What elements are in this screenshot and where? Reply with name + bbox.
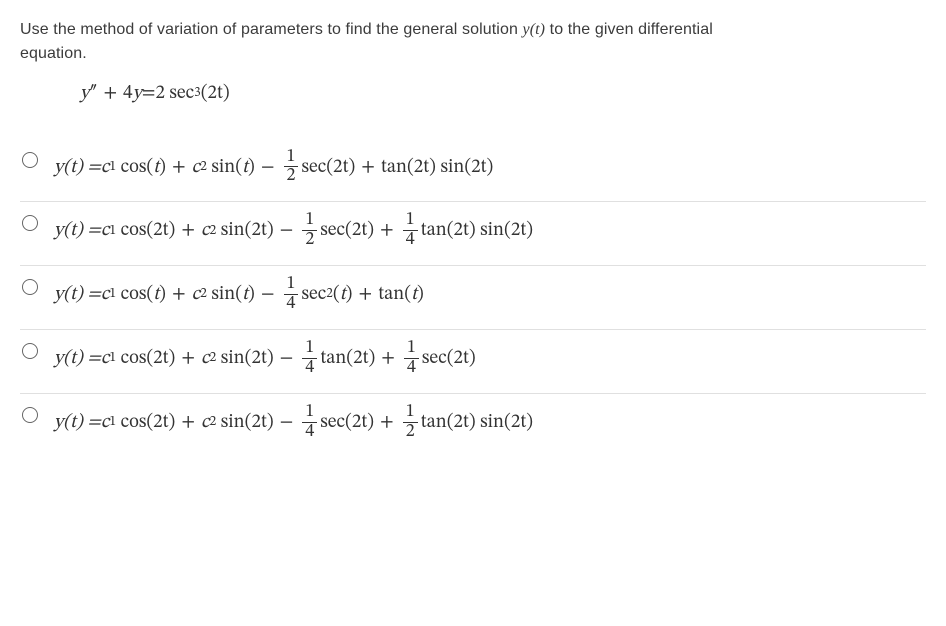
radio-icon[interactable] bbox=[22, 279, 38, 295]
radio-icon[interactable] bbox=[22, 152, 38, 168]
given-equation: y″ + 4y = 2 sec3(2t) bbox=[80, 80, 926, 109]
option-e[interactable]: y(t) = c1 cos(2t) + c2 sin(2t) − 14 sec(… bbox=[20, 394, 926, 457]
option-a[interactable]: y(t) = c1 cos(t) + c2 sin(t) − 12 sec(2t… bbox=[20, 139, 926, 203]
prompt-text-1b: to the given differential bbox=[545, 21, 713, 38]
option-b-math: y(t) = c1 cos(2t) + c2 sin(2t) − 12 sec(… bbox=[54, 212, 533, 251]
option-d-math: y(t) = c1 cos(2t) + c2 sin(2t) − 14 tan(… bbox=[54, 340, 476, 379]
option-d[interactable]: y(t) = c1 cos(2t) + c2 sin(2t) − 14 tan(… bbox=[20, 330, 926, 394]
option-c[interactable]: y(t) = c1 cos(t) + c2 sin(t) − 14 sec2(t… bbox=[20, 266, 926, 330]
radio-icon[interactable] bbox=[22, 343, 38, 359]
option-b[interactable]: y(t) = c1 cos(2t) + c2 sin(2t) − 12 sec(… bbox=[20, 202, 926, 266]
prompt-text-1: Use the method of variation of parameter… bbox=[20, 21, 523, 38]
answer-options: y(t) = c1 cos(t) + c2 sin(t) − 12 sec(2t… bbox=[20, 139, 926, 457]
option-e-math: y(t) = c1 cos(2t) + c2 sin(2t) − 14 sec(… bbox=[54, 404, 533, 443]
option-c-math: y(t) = c1 cos(t) + c2 sin(t) − 14 sec2(t… bbox=[54, 276, 424, 315]
radio-icon[interactable] bbox=[22, 215, 38, 231]
prompt-yoft: y(t) bbox=[523, 21, 546, 38]
option-a-math: y(t) = c1 cos(t) + c2 sin(t) − 12 sec(2t… bbox=[54, 149, 493, 188]
question-prompt: Use the method of variation of parameter… bbox=[20, 18, 926, 66]
radio-icon[interactable] bbox=[22, 407, 38, 423]
prompt-text-2: equation. bbox=[20, 45, 87, 62]
